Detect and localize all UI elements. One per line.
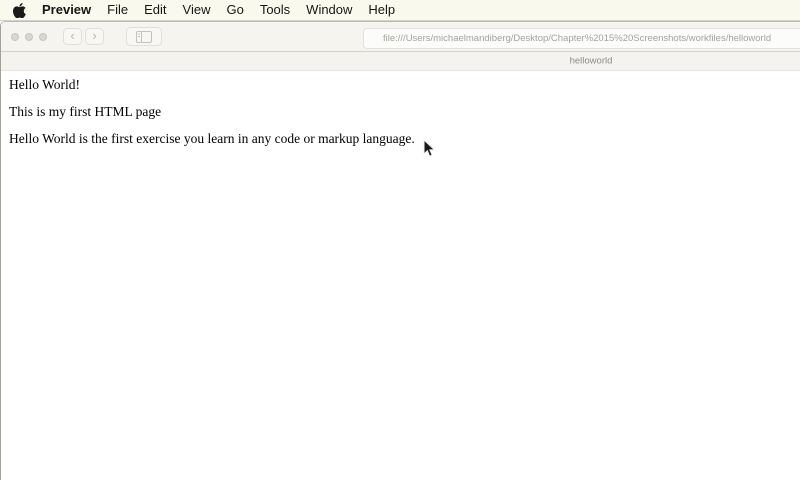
toolbar: ‹ › file:///Users/michaelmandiberg/Deskt… xyxy=(1,22,800,52)
menu-item-window[interactable]: Window xyxy=(298,0,360,20)
sidebar-toggle-button[interactable] xyxy=(126,27,162,46)
window-controls xyxy=(11,33,47,41)
menu-item-file[interactable]: File xyxy=(99,0,136,20)
zoom-window-button[interactable] xyxy=(39,33,47,41)
menu-item-go[interactable]: Go xyxy=(218,0,251,20)
forward-button[interactable]: › xyxy=(85,28,104,45)
paragraph-exercise: Hello World is the first exercise you le… xyxy=(9,131,800,147)
chevron-left-icon: ‹ xyxy=(70,29,74,42)
back-button[interactable]: ‹ xyxy=(63,28,82,45)
page-content: Hello World! This is my first HTML page … xyxy=(1,71,800,147)
menu-item-help[interactable]: Help xyxy=(360,0,403,20)
menu-item-tools[interactable]: Tools xyxy=(252,0,298,20)
tab-bar[interactable]: helloworld xyxy=(1,52,800,71)
apple-menu[interactable] xyxy=(13,3,26,18)
paragraph-first-page: This is my first HTML page xyxy=(9,104,800,120)
url-text: file:///Users/michaelmandiberg/Desktop/C… xyxy=(383,33,771,44)
menu-item-preview[interactable]: Preview xyxy=(34,0,99,20)
chevron-right-icon: › xyxy=(92,29,96,42)
minimize-window-button[interactable] xyxy=(25,33,33,41)
paragraph-hello-world: Hello World! xyxy=(9,77,800,93)
sidebar-icon xyxy=(136,31,152,43)
browser-window: ‹ › file:///Users/michaelmandiberg/Deskt… xyxy=(0,21,800,480)
menubar: Preview File Edit View Go Tools Window H… xyxy=(0,0,800,21)
url-field[interactable]: file:///Users/michaelmandiberg/Desktop/C… xyxy=(363,28,800,49)
nav-buttons: ‹ › xyxy=(63,28,104,45)
apple-logo-icon xyxy=(13,3,26,18)
close-window-button[interactable] xyxy=(11,33,19,41)
menu-item-view[interactable]: View xyxy=(175,0,219,20)
mouse-cursor-icon xyxy=(423,139,436,158)
menu-item-edit[interactable]: Edit xyxy=(136,0,174,20)
tab-title: helloworld xyxy=(570,56,613,67)
